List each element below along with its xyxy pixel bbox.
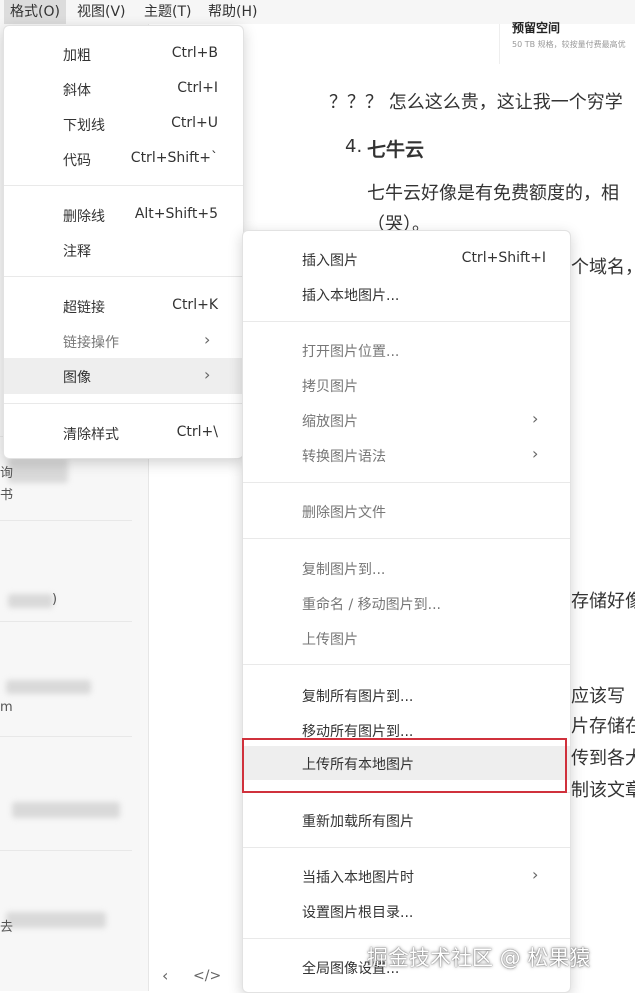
paragraph-line: 七牛云好像是有免费额度的，相 — [367, 183, 619, 204]
menu-item-rename-move-image[interactable]: 重命名 / 移动图片到... — [243, 588, 570, 618]
image-card-subtitle: 50 TB 规格，较按量付费最高优 — [512, 40, 626, 49]
menu-item-bold[interactable]: 加粗 Ctrl+B — [4, 39, 243, 69]
sidebar-fragment: 去 — [0, 920, 14, 935]
menu-item-underline[interactable]: 下划线 Ctrl+U — [4, 109, 243, 139]
sidebar-fragment: 询 — [0, 466, 14, 481]
image-card-title: 预留空间 — [512, 21, 561, 35]
menu-separator — [243, 321, 570, 322]
menu-item-open-image-location[interactable]: 打开图片位置... — [243, 335, 570, 365]
menu-item-upload-image[interactable]: 上传图片 — [243, 623, 570, 653]
list-number: 4. — [345, 136, 363, 157]
menu-separator — [4, 276, 243, 277]
menu-item-zoom-image[interactable]: 缩放图片 › — [243, 405, 570, 435]
sidebar-fragment: 书 — [0, 488, 14, 503]
paragraph-fragment: 传到各大 — [571, 748, 635, 769]
paragraph-fragment: 个域名， — [571, 257, 635, 278]
menu-separator — [4, 403, 243, 404]
sidebar-divider — [0, 736, 132, 737]
menu-item-insert-image[interactable]: 插入图片 Ctrl+Shift+I — [243, 244, 570, 274]
menu-separator — [243, 482, 570, 483]
menu-item-copy-image-to[interactable]: 复制图片到... — [243, 553, 570, 583]
menu-item-delete-image-file[interactable]: 删除图片文件 — [243, 496, 570, 526]
menu-separator — [243, 847, 570, 848]
sidebar-item-blurred[interactable] — [12, 802, 120, 818]
menu-separator — [243, 538, 570, 539]
menu-item-italic[interactable]: 斜体 Ctrl+I — [4, 74, 243, 104]
image-submenu: 插入图片 Ctrl+Shift+I 插入本地图片... 打开图片位置... 拷贝图… — [242, 230, 571, 993]
chevron-right-icon: › — [204, 330, 211, 349]
menu-view[interactable]: 视图(V) — [71, 0, 132, 24]
sidebar-item-blurred[interactable] — [6, 912, 106, 928]
menu-item-comment[interactable]: 注释 — [4, 235, 243, 265]
menu-item-convert-image-syntax[interactable]: 转换图片语法 › — [243, 440, 570, 470]
sidebar-item-blurred[interactable] — [6, 680, 91, 694]
paragraph-fragment: 片存储在 — [571, 716, 635, 737]
sidebar-item-blurred[interactable] — [8, 594, 53, 608]
menu-item-strikethrough[interactable]: 删除线 Alt+Shift+5 — [4, 200, 243, 230]
menu-separator — [4, 185, 243, 186]
highlight-box — [242, 738, 567, 793]
paragraph-line: ？？？ 怎么这么贵，这让我一个穷学 — [329, 92, 623, 113]
menu-item-copy-image[interactable]: 拷贝图片 — [243, 370, 570, 400]
menu-item-image[interactable]: 图像 › — [4, 358, 243, 394]
menu-format[interactable]: 格式(O) — [4, 0, 66, 24]
chevron-right-icon: › — [532, 444, 539, 463]
image-card: 预留空间 50 TB 规格，较按量付费最高优 — [499, 21, 635, 64]
menu-item-hyperlink[interactable]: 超链接 Ctrl+K — [4, 291, 243, 321]
format-menu: 加粗 Ctrl+B 斜体 Ctrl+I 下划线 Ctrl+U 代码 Ctrl+Shift… — [3, 25, 244, 459]
menu-item-copy-all-images[interactable]: 复制所有图片到... — [243, 680, 570, 710]
menu-item-when-insert-local-image[interactable]: 当插入本地图片时 › — [243, 861, 570, 891]
menu-item-insert-local-image[interactable]: 插入本地图片... — [243, 279, 570, 309]
menu-item-clear-format[interactable]: 清除样式 Ctrl+\ — [4, 418, 243, 448]
sidebar-divider — [0, 850, 132, 851]
menu-separator — [243, 664, 570, 665]
menu-item-reload-all-images[interactable]: 重新加载所有图片 — [243, 805, 570, 835]
sidebar-divider — [0, 621, 132, 622]
paragraph-fragment: 存储好像 — [571, 591, 635, 612]
sidebar-fragment: ) — [52, 592, 58, 607]
paragraph-fragment: 应该写 — [571, 686, 625, 707]
chevron-right-icon: › — [204, 365, 211, 384]
chevron-right-icon: › — [532, 865, 539, 884]
menu-help[interactable]: 帮助(H) — [202, 0, 263, 24]
menu-item-link-actions[interactable]: 链接操作 › — [4, 326, 243, 356]
watermark: 掘金技术社区 @ 松果猿 — [367, 946, 591, 970]
section-heading: 七牛云 — [367, 139, 425, 161]
paragraph-fragment: 制该文章 — [571, 780, 635, 801]
chevron-right-icon: › — [532, 409, 539, 428]
menu-item-code[interactable]: 代码 Ctrl+Shift+` — [4, 144, 243, 174]
sidebar-item-blurred[interactable] — [8, 459, 68, 483]
menu-item-set-image-root[interactable]: 设置图片根目录... — [243, 896, 570, 926]
menu-separator — [243, 938, 570, 939]
sidebar-divider — [0, 520, 132, 521]
menu-theme[interactable]: 主题(T) — [138, 0, 197, 24]
sidebar-fragment: m — [0, 700, 13, 715]
